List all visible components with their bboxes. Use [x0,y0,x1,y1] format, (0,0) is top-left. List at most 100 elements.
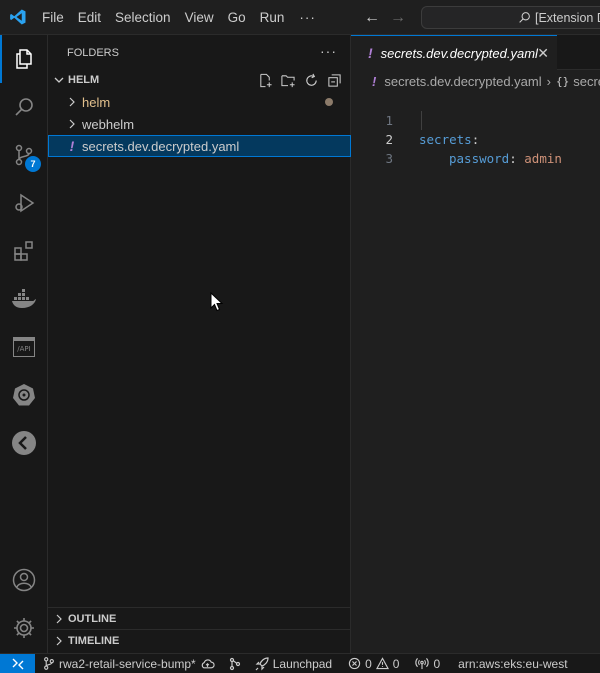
branch-status[interactable]: rwa2-retail-service-bump* [43,657,215,671]
menu-edit[interactable]: Edit [71,0,108,35]
tab-label: secrets.dev.decrypted.yaml [380,45,538,61]
forward-arrow-icon[interactable]: → [390,9,406,27]
section-outline-header[interactable]: OUTLINE [48,608,351,630]
yaml-value: admin [524,151,562,166]
source-control-badge: 7 [25,156,41,172]
tree-file-secrets[interactable]: ! secrets.dev.decrypted.yaml [48,135,351,157]
sidebar-title: FOLDERS [67,46,119,59]
breadcrumb: ! secrets.dev.decrypted.yaml › {} secre [351,70,600,92]
section-outline-label: OUTLINE [68,613,117,625]
broadcast-icon [415,658,430,670]
breadcrumb-symbol[interactable]: secre [573,74,600,89]
back-arrow-icon[interactable]: ← [364,9,380,27]
new-file-icon[interactable] [256,71,274,89]
menu-bar: File Edit Selection View Go Run ··· [35,0,324,35]
yaml-file-warning-icon: ! [372,73,377,89]
object-symbol-icon: {} [555,74,570,88]
chevron-right-icon [50,636,68,646]
extensions-icon[interactable] [0,227,48,275]
warning-icon [375,657,389,670]
warning-count: 0 [392,656,400,671]
pointer-icon[interactable] [0,419,48,467]
tree-folder-helm[interactable]: helm [48,91,351,113]
ports-status[interactable]: 0 [415,657,440,671]
close-icon[interactable]: ✕ [537,45,549,62]
git-graph-icon[interactable] [229,657,241,671]
chevron-right-icon [64,97,80,107]
rocket-icon [255,656,269,670]
yaml-colon: : [509,151,517,166]
modified-dot-icon [325,98,333,106]
activity-bar: 7 /API [0,35,48,653]
command-center-text: [Extension D [535,10,600,25]
account-icon[interactable] [0,556,48,604]
chevron-right-icon: › [546,73,551,89]
section-helm-header[interactable]: HELM [48,69,351,91]
code-line: 3 [351,130,600,166]
section-actions [256,71,343,89]
sidebar-more-button[interactable]: ··· [320,43,337,59]
code-editor[interactable]: 1 secrets: 2 password: admin 3 [351,92,600,166]
chevron-right-icon [50,614,68,624]
tree-item-label: webhelm [82,116,135,132]
manage-gear-icon[interactable] [0,604,48,652]
search-icon [518,11,531,24]
menu-selection[interactable]: Selection [108,0,178,35]
ports-count: 0 [433,656,441,671]
error-count: 0 [365,656,372,671]
refresh-icon[interactable] [302,71,320,89]
kubernetes-context-status[interactable]: arn:aws:eks:eu-west [458,657,567,671]
code-text: password: admin [449,149,562,168]
sidebar-header: FOLDERS ··· [48,35,351,70]
collapse-all-icon[interactable] [325,71,343,89]
cloud-sync-icon [201,658,215,668]
title-bar: File Edit Selection View Go Run ··· ← → … [0,0,600,35]
api-icon-label: /API [13,337,35,357]
run-debug-icon[interactable] [0,179,48,227]
remote-indicator-icon[interactable] [0,653,35,673]
launchpad-label: Launchpad [272,656,333,671]
menu-more-button[interactable]: ··· [291,0,324,35]
breadcrumb-file[interactable]: secrets.dev.decrypted.yaml [384,74,541,89]
kubernetes-context: arn:aws:eks:eu-west [458,656,568,671]
menu-file[interactable]: File [35,0,71,35]
explorer-icon[interactable] [0,35,48,83]
indent-guide [421,111,422,130]
mouse-cursor-icon [210,291,224,315]
search-icon[interactable] [0,83,48,131]
tab-secrets-dev-decrypted[interactable]: ! secrets.dev.decrypted.yaml ✕ [351,35,557,70]
explorer-sidebar: FOLDERS ··· HELM helm webhelm ! secrets.… [48,35,351,653]
yaml-file-warning-icon: ! [69,138,75,154]
api-icon[interactable]: /API [0,323,48,371]
chevron-right-icon [64,119,80,129]
menu-go[interactable]: Go [221,0,253,35]
kubernetes-icon[interactable] [0,371,48,419]
section-timeline-header[interactable]: TIMELINE [48,630,351,652]
yaml-key: password [449,151,510,166]
branch-icon [44,657,54,670]
new-folder-icon[interactable] [279,71,297,89]
error-icon [348,657,361,670]
chevron-down-icon [50,75,68,85]
editor-tabs: ! secrets.dev.decrypted.yaml ✕ [351,35,600,70]
tree-folder-webhelm[interactable]: webhelm [48,113,351,135]
problems-status[interactable]: 0 0 [348,657,399,671]
section-timeline-label: TIMELINE [68,635,120,647]
tree-item-label: secrets.dev.decrypted.yaml [82,138,240,154]
tree-item-label: helm [82,94,111,110]
yaml-file-warning-icon: ! [368,45,373,61]
launchpad-status[interactable]: Launchpad [255,657,332,671]
docker-icon[interactable] [0,275,48,323]
code-line-current: 2 password: admin [351,111,600,166]
source-control-icon[interactable]: 7 [0,131,48,179]
menu-view[interactable]: View [178,0,221,35]
status-bar: rwa2-retail-service-bump* Launchpad 0 0 … [0,653,600,673]
code-line: 1 secrets: [351,92,600,147]
section-helm-label: HELM [68,74,100,86]
command-center-search[interactable]: [Extension D [421,6,600,29]
editor-area: ! secrets.dev.decrypted.yaml ✕ ! secrets… [351,35,600,653]
menu-run[interactable]: Run [253,0,292,35]
navigation-arrows: ← → [364,0,406,35]
vscode-logo-icon [0,0,35,35]
line-number: 3 [385,151,393,166]
